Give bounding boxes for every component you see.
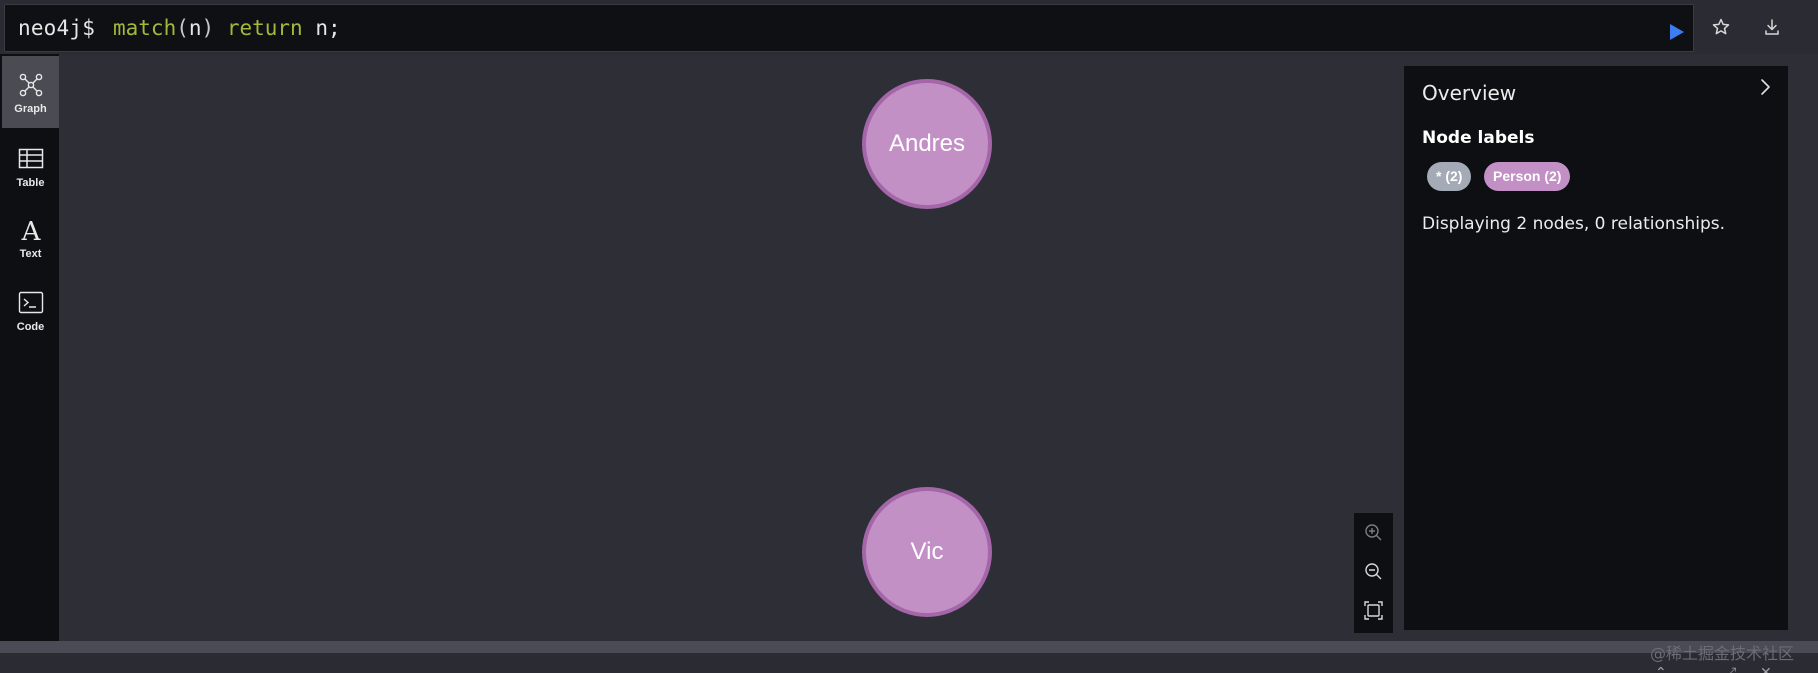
download-icon [1765, 19, 1779, 35]
zoom-out-button[interactable] [1361, 559, 1386, 584]
sidebar-item-label: Table [16, 177, 45, 189]
graph-node-vic[interactable]: Vic [862, 487, 992, 617]
code-icon [18, 291, 44, 314]
sidebar-item-code[interactable]: Code [2, 274, 59, 346]
pin-icon[interactable]: ⌃ [1655, 666, 1669, 673]
sidebar-item-text[interactable]: A Text [2, 201, 59, 273]
query-keyword: match [113, 16, 177, 40]
fit-icon [1364, 601, 1383, 620]
label-chip-person[interactable]: Person (2) [1484, 162, 1571, 191]
view-sidebar: Graph Table A Text Code [0, 54, 59, 641]
zoom-in-icon [1365, 524, 1382, 541]
star-icon [1712, 18, 1730, 35]
overview-title: Overview [1422, 81, 1517, 105]
graph-icon [19, 73, 43, 97]
query-text[interactable]: match(n) return n; [113, 16, 341, 40]
label-chip-all[interactable]: * (2) [1427, 162, 1472, 191]
query-return-value: n; [315, 16, 341, 40]
zoom-in-button[interactable] [1361, 520, 1386, 545]
play-icon [1670, 24, 1684, 40]
sidebar-item-label: Graph [14, 103, 47, 115]
query-return-keyword: return [226, 16, 303, 40]
resize-strip[interactable] [0, 641, 1818, 653]
download-button[interactable] [1761, 16, 1783, 38]
bottom-bar [0, 641, 1818, 673]
expand-icon[interactable]: ⤢ [1725, 666, 1739, 673]
run-button[interactable] [1665, 21, 1687, 43]
overview-panel: Overview Node labels * (2) Person (2) Di… [1404, 66, 1788, 630]
sidebar-item-table[interactable]: Table [2, 130, 59, 202]
collapse-panel-button[interactable] [1754, 76, 1776, 98]
fit-to-screen-button[interactable] [1361, 598, 1386, 623]
collapse-icon[interactable]: ⌄ [1690, 666, 1704, 673]
svg-text:A: A [21, 217, 42, 245]
graph-node-andres[interactable]: Andres [862, 79, 992, 209]
frame-controls: ⌃ ⌄ ⤢ ✕ [1655, 662, 1795, 673]
result-status-text: Displaying 2 nodes, 0 relationships. [1422, 214, 1726, 234]
sidebar-item-label: Text [19, 248, 42, 260]
sidebar-item-label: Code [16, 321, 45, 333]
watermark-text: @稀土掘金技术社区 [1650, 644, 1795, 663]
chevron-right-icon [1761, 79, 1770, 95]
neo4j-browser-frame: neo4j$ match(n) return n; Graph Table A … [0, 0, 1818, 673]
node-label: Andres [888, 130, 966, 157]
zoom-out-icon [1365, 563, 1382, 580]
node-labels-heading: Node labels [1422, 128, 1535, 148]
node-label: Vic [910, 538, 944, 565]
favorite-button[interactable] [1710, 16, 1732, 38]
editor-prompt: neo4j$ [18, 16, 96, 40]
sidebar-item-graph[interactable]: Graph [2, 56, 59, 128]
query-editor[interactable]: neo4j$ match(n) return n; [4, 4, 1694, 52]
close-icon[interactable]: ✕ [1760, 666, 1774, 673]
query-paren-open: ( [176, 16, 189, 40]
graph-canvas[interactable] [59, 54, 1399, 641]
query-variable: n [188, 16, 202, 40]
table-icon [18, 148, 44, 169]
query-paren-close: ) [201, 16, 215, 40]
command-bar: neo4j$ match(n) return n; [0, 0, 1818, 54]
text-icon: A [21, 217, 42, 245]
zoom-controls [1354, 513, 1393, 633]
